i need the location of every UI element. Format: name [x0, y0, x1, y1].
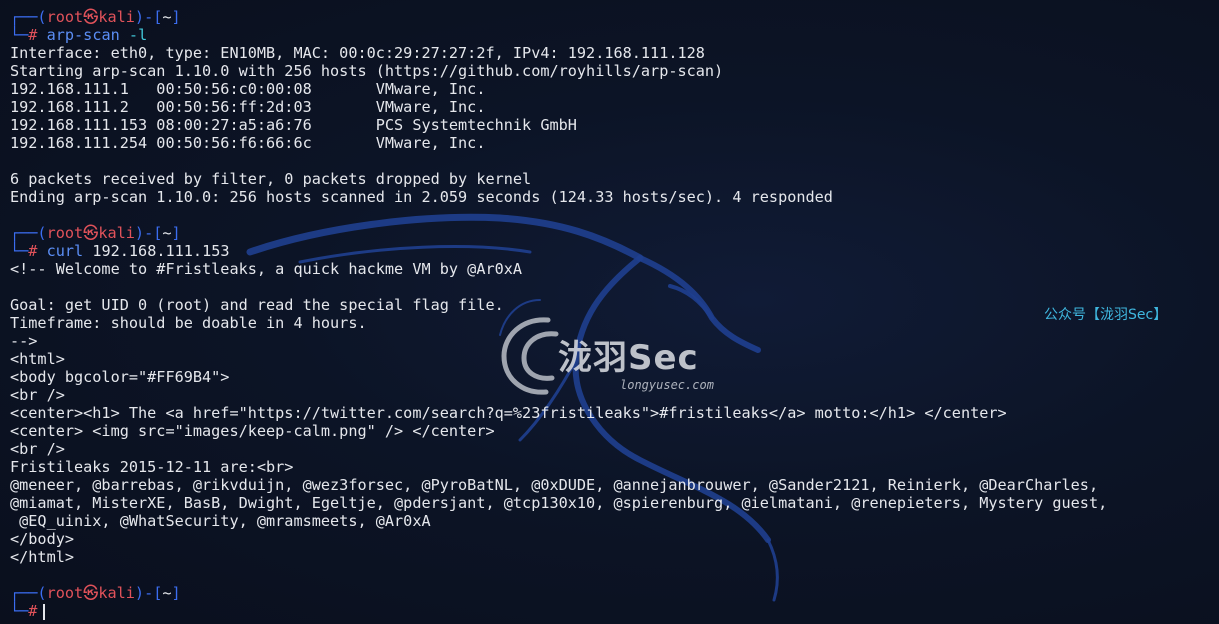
output-line: <html> [10, 350, 65, 368]
output-line: Goal: get UID 0 (root) and read the spec… [10, 296, 504, 314]
prompt-dir: ~ [162, 224, 172, 242]
command-line: └─# arp-scan -l [10, 26, 148, 44]
output-line: Timeframe: should be doable in 4 hours. [10, 314, 367, 332]
text-cursor [43, 603, 46, 620]
command-args: -l [128, 26, 148, 44]
prompt-host: kali [98, 8, 135, 26]
prompt-symbol: # [28, 26, 38, 44]
prompt-user: root [46, 584, 84, 602]
output-line: 192.168.111.2 00:50:56:ff:2d:03 VMware, … [10, 98, 486, 116]
output-line: Interface: eth0, type: EN10MB, MAC: 00:0… [10, 44, 705, 62]
output-line: <center> <img src="images/keep-calm.png"… [10, 422, 495, 440]
terminal-window[interactable]: ┌──(root㉿kali)-[~] └─# arp-scan -l Inter… [0, 0, 1219, 624]
output-line: 6 packets received by filter, 0 packets … [10, 170, 532, 188]
command-name: curl [46, 242, 84, 260]
output-line: @meneer, @barrebas, @rikvduijn, @wez3for… [10, 476, 1099, 494]
active-command-line[interactable]: └─# [10, 602, 1215, 620]
output-line: 192.168.111.153 08:00:27:a5:a6:76 PCS Sy… [10, 116, 577, 134]
output-line: @miamat, MisterXE, BasB, Dwight, Egeltje… [10, 494, 1108, 512]
prompt-dir: ~ [162, 8, 172, 26]
output-line: @EQ_uinix, @WhatSecurity, @mramsmeets, @… [10, 512, 431, 530]
output-line: Ending arp-scan 1.10.0: 256 hosts scanne… [10, 188, 833, 206]
prompt-user: root [46, 224, 84, 242]
skull-icon: ㉿ [83, 584, 99, 602]
output-line: 192.168.111.254 00:50:56:f6:66:6c VMware… [10, 134, 486, 152]
output-line: <br /> [10, 440, 65, 458]
output-line: Fristileaks 2015-12-11 are:<br> [10, 458, 294, 476]
output-line: --> [10, 332, 38, 350]
output-line: <center><h1> The <a href="https://twitte… [10, 404, 1007, 422]
output-line: </html> [10, 548, 75, 566]
output-line: <!-- Welcome to #Fristleaks, a quick hac… [10, 260, 523, 278]
output-line: Starting arp-scan 1.10.0 with 256 hosts … [10, 62, 724, 80]
output-line: 192.168.111.1 00:50:56:c0:00:08 VMware, … [10, 80, 486, 98]
prompt-line: ┌──(root㉿kali)-[~] [10, 8, 181, 26]
terminal-output: ┌──(root㉿kali)-[~] └─# arp-scan -l Inter… [10, 8, 1215, 620]
prompt-symbol: # [28, 242, 38, 260]
prompt-host: kali [98, 224, 135, 242]
prompt-host: kali [98, 584, 135, 602]
prompt-line: ┌──(root㉿kali)-[~] [10, 584, 181, 602]
prompt-user: root [46, 8, 84, 26]
prompt-symbol: # [28, 602, 38, 620]
prompt-line: ┌──(root㉿kali)-[~] [10, 224, 181, 242]
skull-icon: ㉿ [83, 8, 99, 26]
skull-icon: ㉿ [83, 224, 99, 242]
output-line: <body bgcolor="#FF69B4"> [10, 368, 230, 386]
output-line: </body> [10, 530, 75, 548]
wechat-account-tag: 公众号【泷羽Sec】 [1044, 307, 1168, 323]
output-line: <br /> [10, 386, 65, 404]
prompt-dir: ~ [162, 584, 172, 602]
command-name: arp-scan [46, 26, 120, 44]
command-args: 192.168.111.153 [92, 242, 230, 260]
command-line: └─# curl 192.168.111.153 [10, 242, 230, 260]
